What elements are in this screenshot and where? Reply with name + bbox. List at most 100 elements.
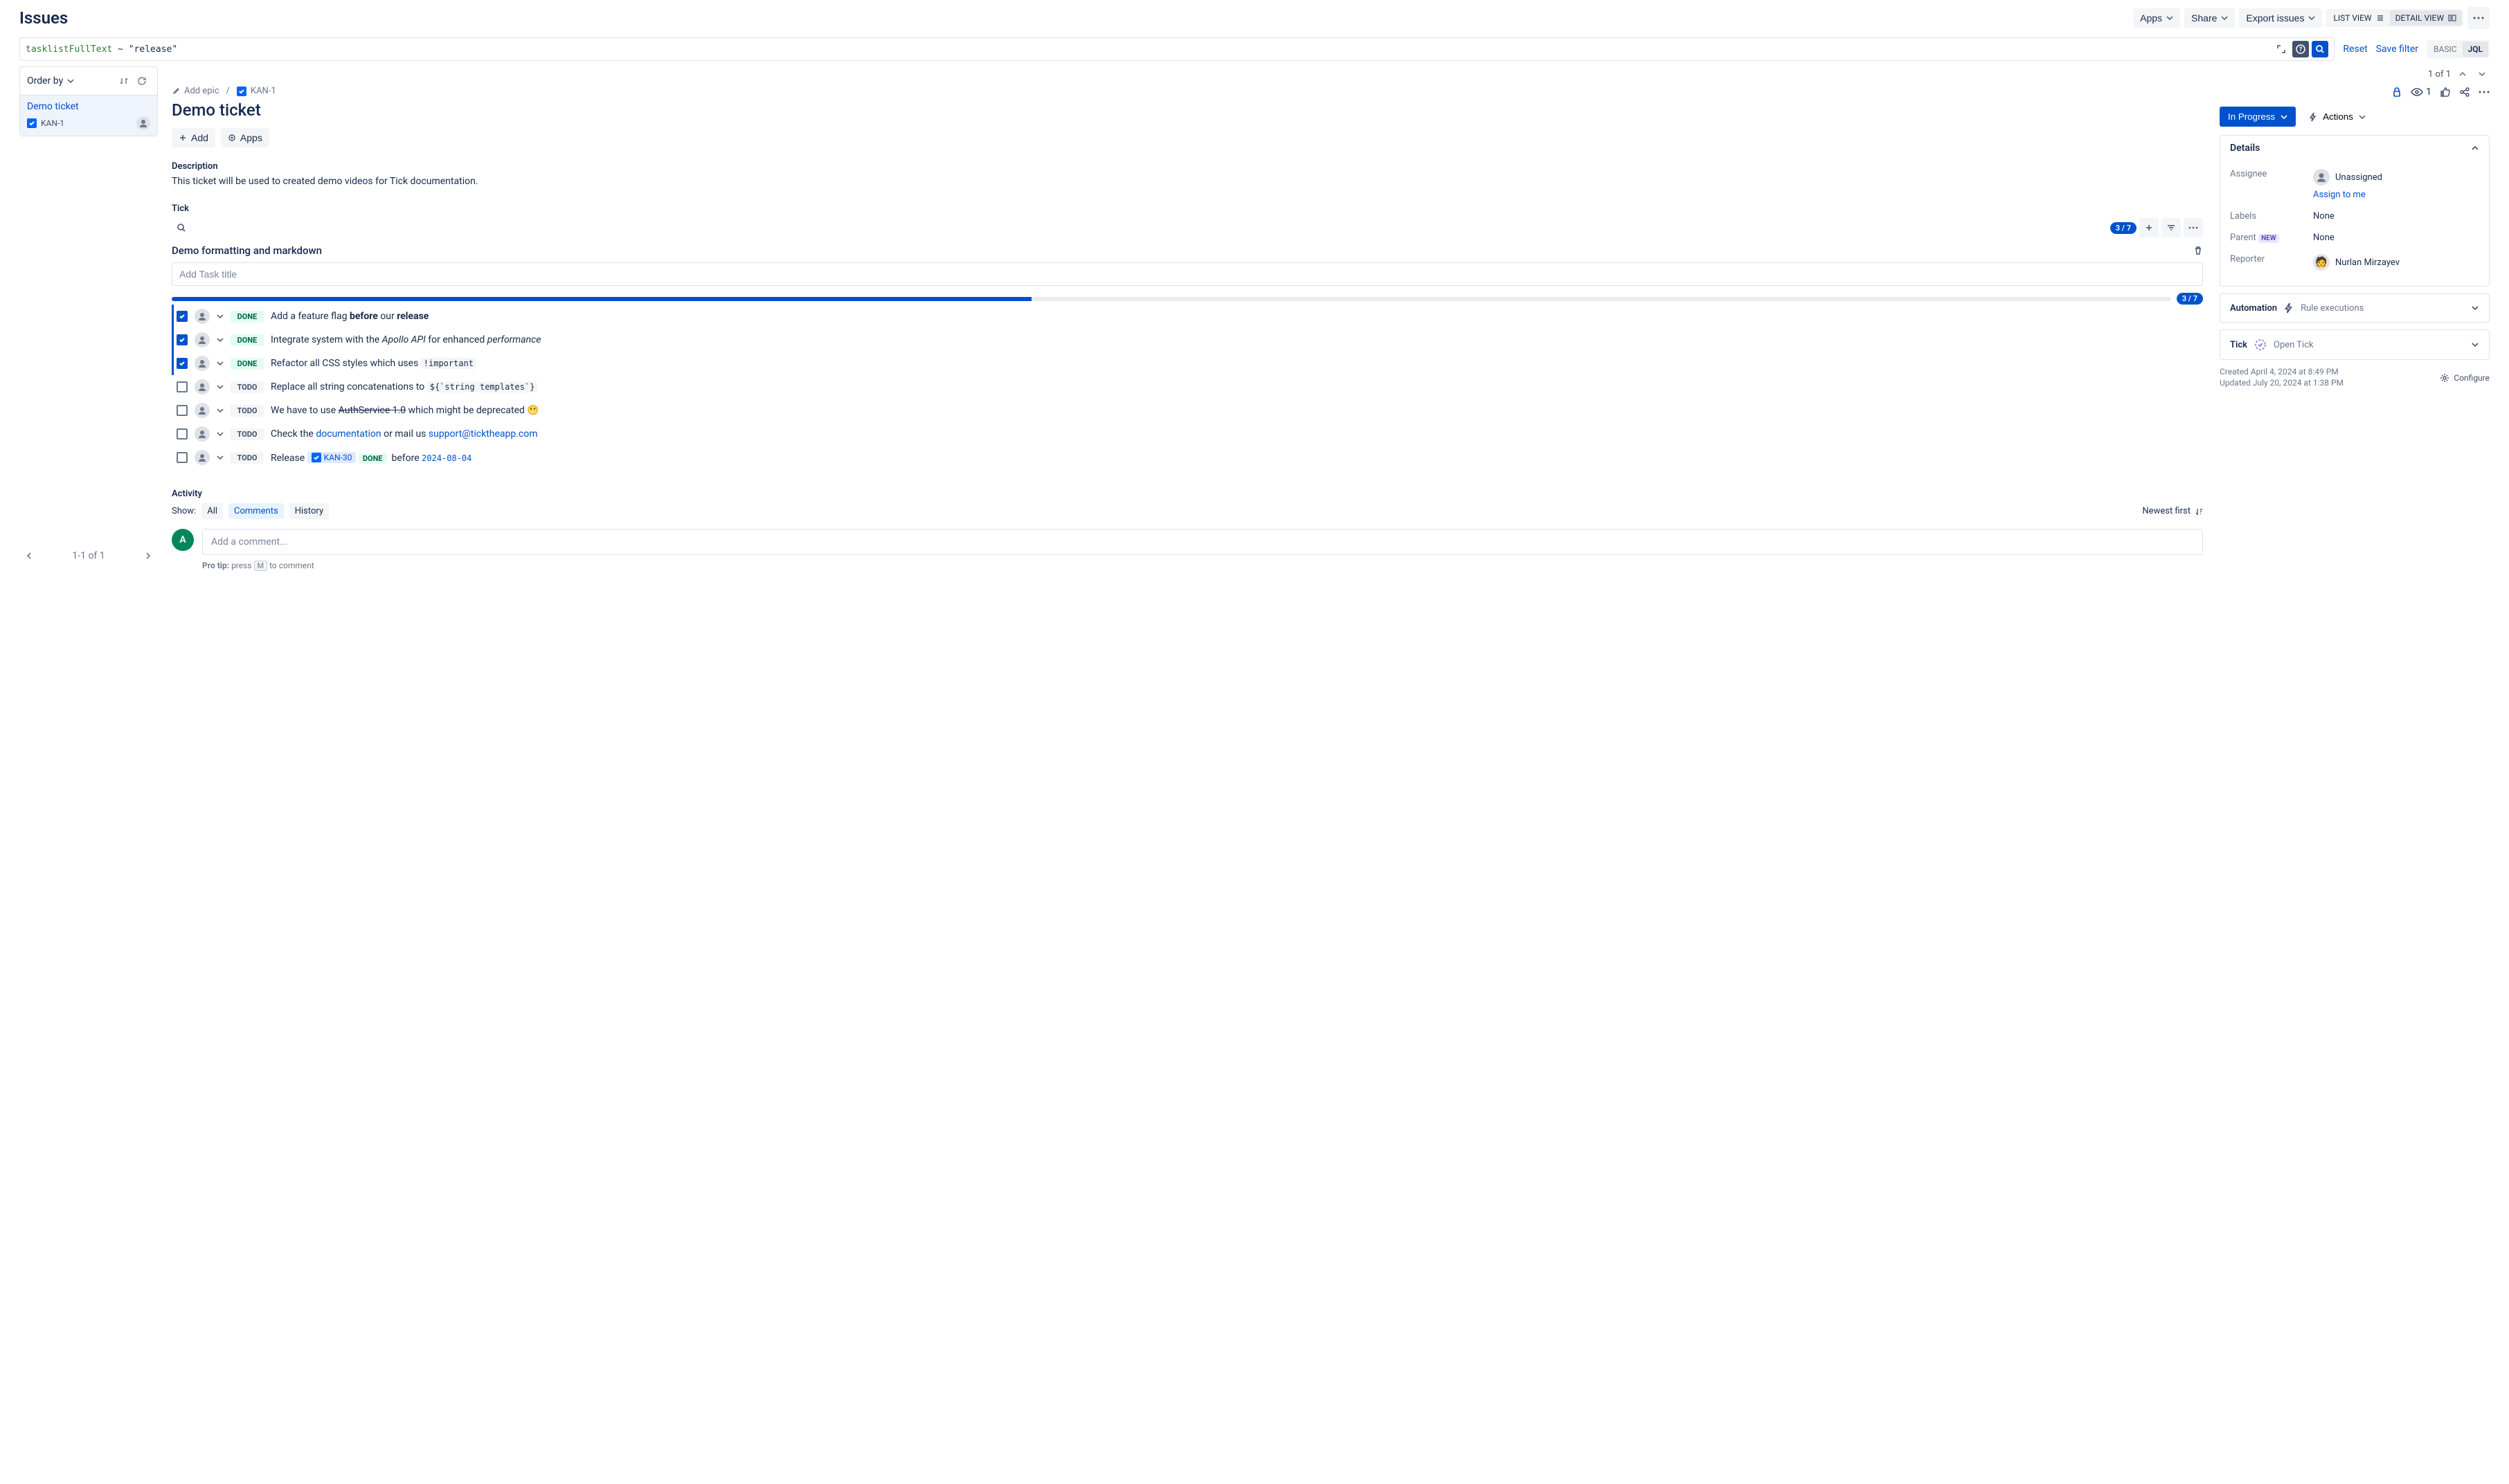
task-text[interactable]: Add a feature flag before our release (271, 311, 429, 322)
task-text[interactable]: Release KAN-30 DONE before 2024-08-04 (271, 452, 471, 464)
issue-list-item[interactable]: Demo ticket KAN-1 (20, 96, 157, 136)
configure-button[interactable]: Configure (2440, 367, 2490, 389)
reporter-value[interactable]: 🧑 Nurlan Mirzayev (2313, 254, 2479, 271)
automation-panel[interactable]: Automation Rule executions (2220, 293, 2490, 323)
description-text[interactable]: This ticket will be used to created demo… (172, 176, 2203, 187)
delete-section-button[interactable] (2193, 246, 2203, 255)
jql-input[interactable]: tasklistFullText ~ "release" ? (19, 37, 2335, 61)
assignee-value[interactable]: Unassigned (2313, 169, 2382, 186)
reset-link[interactable]: Reset (2343, 44, 2367, 55)
details-panel-header[interactable]: Details (2220, 136, 2489, 161)
watch-button[interactable]: 1 (2411, 86, 2431, 98)
status-dropdown[interactable]: In Progress (2220, 107, 2296, 127)
share-button[interactable]: Share (2184, 8, 2235, 28)
task-checkbox[interactable] (177, 334, 188, 345)
chevron-down-icon (2166, 15, 2173, 21)
task-status-badge[interactable]: DONE (231, 358, 264, 370)
apps-button[interactable]: Apps (2133, 8, 2180, 28)
task-text[interactable]: Check the documentation or mail us suppo… (271, 428, 538, 440)
sort-comments-button[interactable]: Newest first (2142, 506, 2203, 516)
tick-add-button[interactable] (2139, 218, 2159, 237)
task-text[interactable]: Replace all string concatenations to ${`… (271, 381, 537, 392)
tick-panel[interactable]: Tick Open Tick (2220, 329, 2490, 360)
issue-prev-button[interactable] (2455, 66, 2470, 82)
expand-editor-button[interactable] (2273, 41, 2290, 57)
task-row: TODO Release KAN-30 DONE before 2024-08-0… (172, 446, 2203, 469)
task-assignee-icon[interactable] (195, 426, 210, 442)
task-assignee-icon[interactable] (195, 332, 210, 347)
task-status-badge[interactable]: TODO (231, 452, 264, 464)
task-expand-button[interactable] (217, 313, 224, 320)
apps-content-button[interactable]: Apps (221, 128, 269, 147)
issue-key-link[interactable]: KAN-1 (237, 86, 276, 96)
task-expand-button[interactable] (217, 383, 224, 390)
task-expand-button[interactable] (217, 431, 224, 437)
task-assignee-icon[interactable] (195, 356, 210, 371)
issue-next-button[interactable] (2474, 66, 2490, 82)
assignee-label: Assignee (2230, 169, 2313, 200)
task-text[interactable]: We have to use AuthService 1.0 which mig… (271, 405, 539, 416)
task-assignee-icon[interactable] (195, 379, 210, 395)
task-expand-button[interactable] (217, 360, 224, 367)
vote-button[interactable] (2440, 87, 2451, 98)
jql-mode-tab[interactable]: JQL (2463, 42, 2488, 57)
tick-search-button[interactable] (172, 218, 191, 237)
issue-more-button[interactable] (2479, 91, 2490, 93)
tab-comments[interactable]: Comments (228, 503, 284, 519)
task-assignee-icon[interactable] (195, 309, 210, 324)
task-status-badge[interactable]: DONE (231, 334, 264, 346)
tab-all[interactable]: All (201, 503, 223, 519)
task-checkbox[interactable] (177, 358, 188, 369)
task-expand-button[interactable] (217, 407, 224, 414)
share-issue-button[interactable] (2459, 87, 2470, 98)
basic-mode-tab[interactable]: BASIC (2428, 42, 2463, 57)
more-icon (2479, 91, 2490, 93)
list-view-tab[interactable]: LIST VIEW (2328, 10, 2389, 26)
next-page-button[interactable] (141, 549, 155, 563)
issue-title[interactable]: Demo ticket (172, 100, 2203, 120)
actions-dropdown[interactable]: Actions (2301, 107, 2373, 127)
assign-to-me-link[interactable]: Assign to me (2313, 190, 2366, 200)
task-text[interactable]: Refactor all CSS styles which uses !impo… (271, 358, 476, 369)
export-issues-button[interactable]: Export issues (2239, 8, 2322, 28)
sort-direction-button[interactable] (116, 73, 132, 89)
jql-help-button[interactable]: ? (2292, 41, 2309, 57)
task-checkbox[interactable] (177, 428, 188, 440)
task-status-badge[interactable]: TODO (231, 381, 264, 393)
add-epic-button[interactable]: Add epic (172, 86, 219, 96)
created-timestamp: Created April 4, 2024 at 8:49 PM (2220, 367, 2344, 377)
task-expand-button[interactable] (217, 336, 224, 343)
task-checkbox[interactable] (177, 311, 188, 322)
more-icon (2188, 226, 2198, 229)
jql-search-button[interactable] (2312, 41, 2328, 57)
page-title: Issues (19, 8, 68, 28)
task-text[interactable]: Integrate system with the Apollo API for… (271, 334, 541, 345)
parent-value[interactable]: None (2313, 233, 2479, 243)
labels-value[interactable]: None (2313, 211, 2479, 221)
add-task-input[interactable] (172, 262, 2203, 286)
lock-button[interactable] (2391, 87, 2402, 98)
prev-page-button[interactable] (22, 549, 36, 563)
task-row: DONE Integrate system with the Apollo API… (172, 328, 2203, 352)
chevron-down-icon (2221, 15, 2228, 21)
tab-history[interactable]: History (289, 503, 329, 519)
tick-filter-button[interactable] (2161, 218, 2181, 237)
task-assignee-icon[interactable] (195, 403, 210, 418)
task-checkbox[interactable] (177, 381, 188, 392)
more-menu-button[interactable] (2467, 7, 2490, 29)
add-content-button[interactable]: Add (172, 128, 215, 147)
order-by-dropdown[interactable]: Order by (27, 75, 74, 87)
save-filter-link[interactable]: Save filter (2376, 44, 2418, 55)
task-checkbox[interactable] (177, 405, 188, 416)
comment-input[interactable]: Add a comment... (202, 529, 2203, 555)
task-checkbox[interactable] (177, 452, 188, 463)
lock-icon (2391, 87, 2402, 98)
detail-view-tab[interactable]: DETAIL VIEW (2390, 10, 2462, 26)
tick-more-button[interactable] (2184, 218, 2203, 237)
refresh-button[interactable] (134, 73, 150, 89)
task-expand-button[interactable] (217, 454, 224, 461)
task-assignee-icon[interactable] (195, 450, 210, 465)
task-status-badge[interactable]: DONE (231, 311, 264, 323)
task-status-badge[interactable]: TODO (231, 428, 264, 440)
task-status-badge[interactable]: TODO (231, 405, 264, 417)
